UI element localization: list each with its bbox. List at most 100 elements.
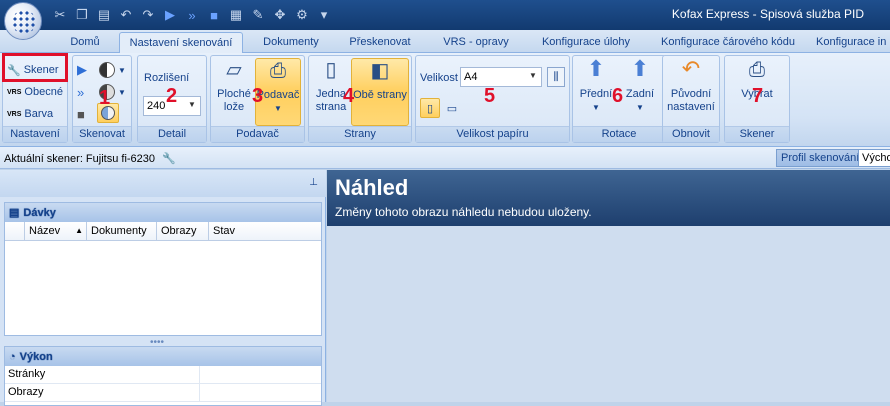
vrs-icon: VRS: [7, 88, 22, 96]
both-sides-button[interactable]: ◧ Obě strany: [351, 58, 409, 126]
paper-size-detail-button[interactable]: ⫼: [547, 67, 565, 87]
clock-icon: ◔: [9, 350, 16, 363]
batch-icon[interactable]: ▦: [228, 7, 244, 23]
flatbed-label-2: lože: [223, 101, 245, 113]
paper-size-value: A4: [464, 71, 478, 83]
annotation-1: 1: [99, 87, 111, 109]
brightness-dropdown[interactable]: ▼: [99, 60, 126, 80]
scan-continue-button[interactable]: »: [77, 82, 84, 102]
cut-icon[interactable]: ✂: [52, 7, 68, 23]
paste-icon[interactable]: ▤: [96, 7, 112, 23]
col-nazev-label: Název: [29, 225, 61, 237]
single-page-icon: ▯: [325, 59, 337, 81]
current-scanner-text: Aktuální skener: Fujitsu fi-6230 🔧: [4, 152, 176, 165]
chevron-down-icon: ▼: [188, 100, 196, 109]
play-icon: ▶: [77, 62, 87, 77]
tab-preskenovat[interactable]: Přeskenovat: [342, 32, 418, 53]
pin-icon[interactable]: ⊥: [309, 177, 318, 188]
col-head-blank: [5, 222, 25, 240]
redo-icon[interactable]: ↷: [140, 7, 156, 23]
preview-pane: Náhled Změny tohoto obrazu náhledu nebud…: [327, 170, 890, 402]
resolution-value: 240: [147, 100, 166, 112]
rotate-front-button[interactable]: ⬆ Přední ▼: [575, 58, 617, 126]
flatbed-button[interactable]: ▱ Ploché lože: [213, 58, 255, 126]
undo-arrow-icon: ↶: [681, 56, 701, 81]
group-obnovit: ↶ Původní nastavení Obnovit: [662, 55, 720, 143]
perf-obrazy-label: Obrazy: [8, 386, 44, 398]
obecne-label: Obecné: [24, 86, 63, 98]
restore-label-2: nastavení: [667, 101, 715, 113]
tab-dokumenty[interactable]: Dokumenty: [254, 32, 328, 53]
chevron-down-icon: ▼: [592, 103, 600, 112]
document-icon[interactable]: ✎: [250, 7, 266, 23]
left-panel: ⊥ ▤ Dávky Název ▲ Dokumenty Obrazy Stav •…: [0, 170, 326, 406]
group-label-rotace: Rotace: [573, 126, 665, 142]
restore-label-1: Původní: [670, 88, 712, 100]
preview-title: Náhled: [335, 175, 409, 200]
landscape-button[interactable]: ▭: [442, 98, 462, 118]
fast-forward-icon: »: [77, 84, 85, 100]
scan-stop-button[interactable]: ■: [77, 104, 85, 124]
tab-vrs-opravy[interactable]: VRS - opravy: [436, 32, 516, 53]
col-head-dokumenty[interactable]: Dokumenty: [87, 222, 157, 240]
ruler-icon: ⫼: [553, 70, 559, 83]
group-strany: ▯ Jedna strana ◧ Obě strany Strany: [308, 55, 412, 143]
barva-button[interactable]: VRS Barva: [7, 104, 53, 124]
vrs-color-icon: VRS: [7, 110, 22, 118]
velikost-label: Velikost: [420, 72, 458, 84]
group-label-strany: Strany: [309, 126, 411, 142]
group-label-skener: Skener: [725, 126, 789, 142]
stop-icon: ■: [77, 106, 85, 122]
stop-icon[interactable]: ■: [206, 7, 222, 23]
col-head-stav[interactable]: Stav: [209, 222, 321, 240]
tab-domu[interactable]: Domů: [62, 32, 108, 53]
group-label-detail: Detail: [138, 126, 206, 142]
restore-defaults-button[interactable]: ↶ Původní nastavení: [665, 58, 717, 126]
group-label-nastaveni: Nastavení: [3, 126, 67, 142]
perf-separator: [199, 384, 200, 402]
scanner-icon: ⎙: [749, 59, 765, 81]
tab-konfigurace-in[interactable]: Konfigurace in: [816, 32, 890, 53]
copy-icon[interactable]: ❐: [74, 7, 90, 23]
scan-play-button[interactable]: ▶: [77, 60, 87, 80]
tab-nastaveni-skenovani[interactable]: Nastavení skenování: [119, 32, 243, 53]
portrait-button[interactable]: ▯: [420, 98, 440, 118]
chevron-down-icon: ▼: [118, 65, 126, 75]
group-label-obnovit: Obnovit: [663, 126, 719, 142]
batches-title-label: Dávky: [23, 206, 56, 219]
perf-row-stranky: Stránky: [5, 366, 321, 384]
landscape-icon: ▭: [446, 102, 458, 115]
preview-subtitle: Změny tohoto obrazu náhledu nebudou ulož…: [335, 205, 592, 219]
sort-asc-icon: ▲: [75, 226, 83, 235]
left-panel-header: ⊥: [0, 170, 326, 197]
back-label: Zadní: [625, 88, 655, 100]
settings-icon[interactable]: ⚙: [294, 7, 310, 23]
tab-konfigurace-ulohy[interactable]: Konfigurace úlohy: [532, 32, 640, 53]
fast-forward-icon[interactable]: »: [184, 7, 200, 23]
annotation-2: 2: [166, 85, 178, 107]
col-head-nazev[interactable]: Název ▲: [25, 222, 87, 240]
app-menu-button[interactable]: [4, 2, 42, 40]
current-scanner-label: Aktuální skener: Fujitsu fi-6230: [4, 153, 156, 165]
tools-icon[interactable]: ✥: [272, 7, 288, 23]
window-title: Kofax Express - Spisová služba PID: [671, 7, 864, 21]
annotation-7: 7: [752, 85, 764, 107]
paper-size-select[interactable]: A4 ▼: [460, 67, 542, 87]
wrench-icon[interactable]: 🔧: [162, 153, 176, 165]
col-head-obrazy[interactable]: Obrazy: [157, 222, 209, 240]
preview-header: Náhled Změny tohoto obrazu náhledu nebud…: [327, 170, 890, 226]
obecne-button[interactable]: VRS Obecné: [7, 82, 63, 102]
chevron-down-icon: ▼: [636, 103, 644, 112]
chevron-down-icon: ▼: [529, 71, 537, 80]
profile-label: Profil skenování: [776, 149, 865, 167]
ribbon-tabs: Domů Nastavení skenování Dokumenty Přesk…: [0, 30, 890, 53]
tab-konfigurace-caroveho-kodu[interactable]: Konfigurace čárového kódu: [651, 32, 805, 53]
play-icon[interactable]: ▶: [162, 7, 178, 23]
profile-select[interactable]: Výchozí: [858, 149, 890, 167]
rotate-back-button[interactable]: ⬆ Zadní ▼: [619, 58, 661, 126]
customize-icon[interactable]: ▾: [316, 7, 332, 23]
undo-icon[interactable]: ↶: [118, 7, 134, 23]
arrow-up-icon: ⬆: [586, 56, 606, 81]
flatbed-label-1: Ploché: [217, 88, 251, 100]
batches-title: ▤ Dávky: [5, 203, 321, 222]
